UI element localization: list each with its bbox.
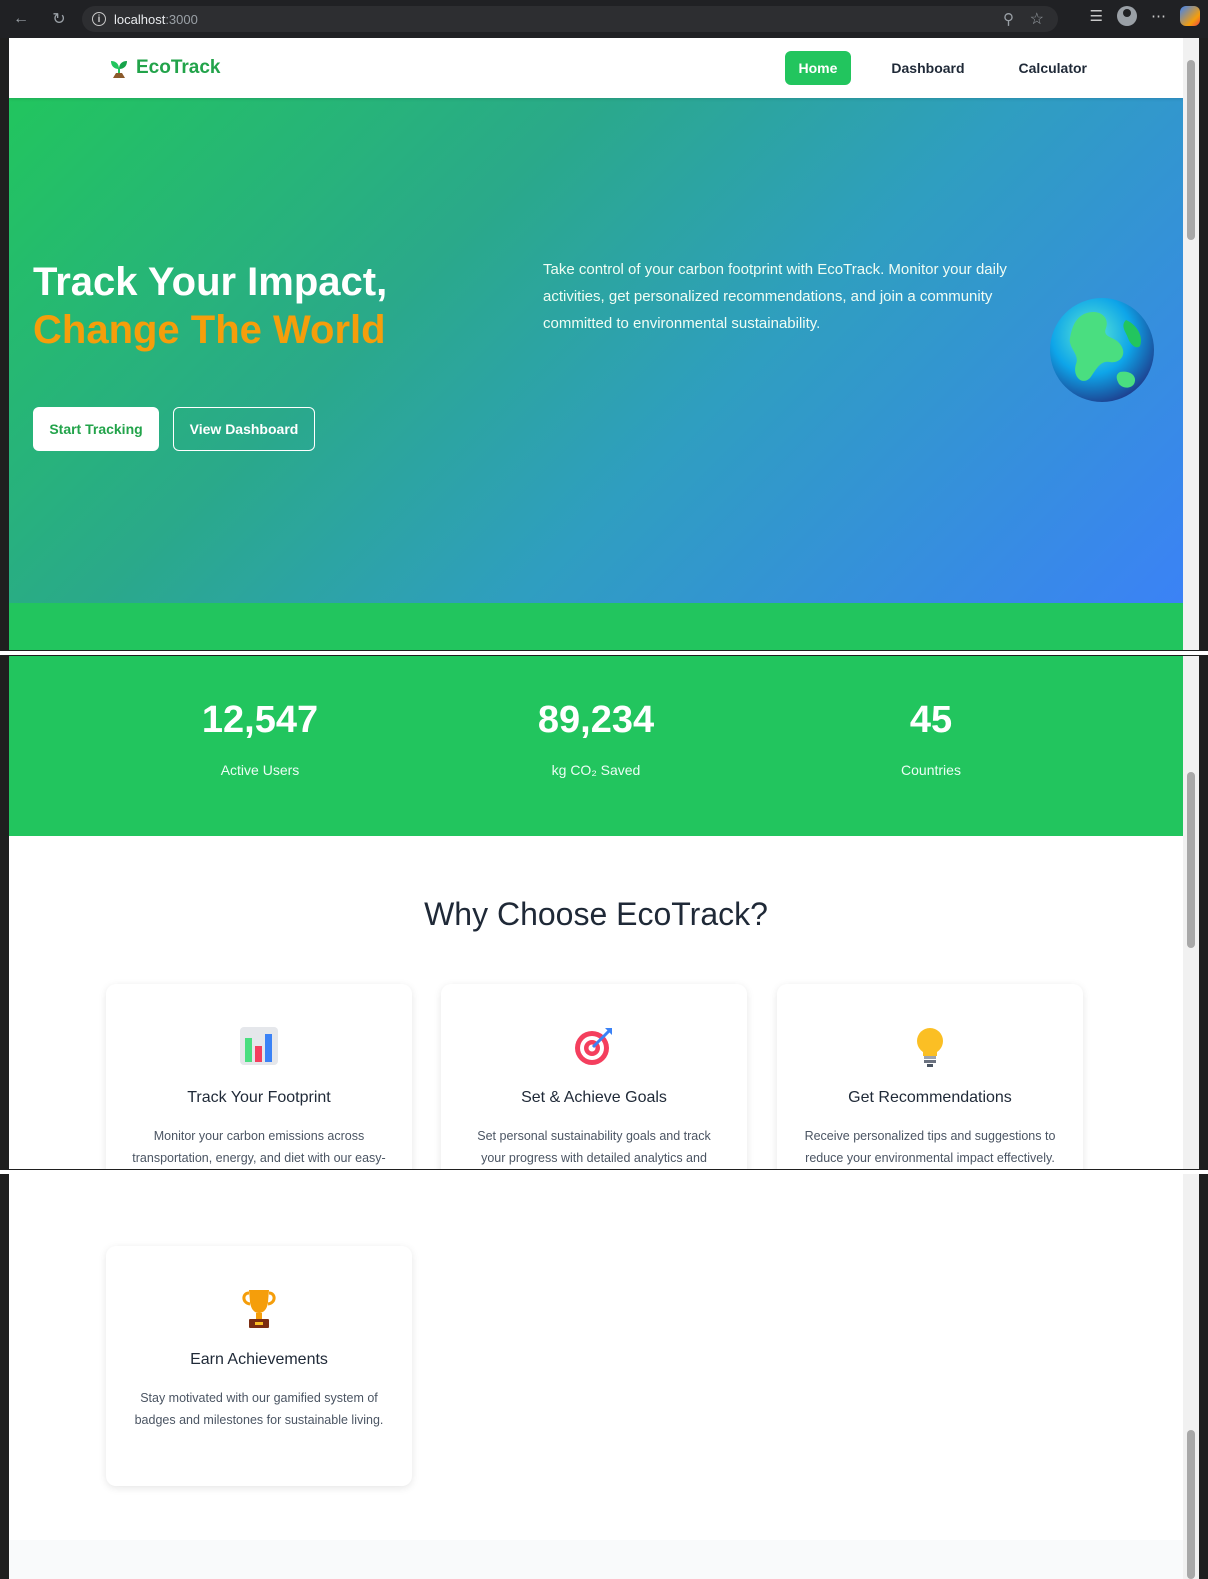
viewport-pane-top: EcoTrack Home Dashboard Calculator Track…	[9, 38, 1183, 650]
logo-text: EcoTrack	[136, 57, 221, 78]
site-logo[interactable]: EcoTrack	[110, 57, 221, 79]
view-dashboard-button[interactable]: View Dashboard	[173, 407, 315, 451]
bar-chart-icon	[240, 1027, 278, 1065]
hero-description: Take control of your carbon footprint wi…	[543, 261, 1007, 332]
favorite-star-icon[interactable]: ☆	[1030, 9, 1044, 29]
stat-countries: 45 Countries	[781, 698, 1081, 778]
zoom-icon[interactable]: ⚲	[1003, 10, 1014, 28]
scrollbar-thumb-3[interactable]	[1187, 1430, 1195, 1579]
seedling-icon	[111, 61, 127, 78]
copilot-icon[interactable]	[1180, 6, 1200, 26]
hero-section: Track Your Impact, Change The World Take…	[9, 98, 1183, 603]
stats-section: 12,547 Active Users 89,234 kg CO₂ Saved …	[9, 656, 1183, 836]
nav-calculator[interactable]: Calculator	[1005, 51, 1101, 85]
nav-home[interactable]: Home	[784, 51, 852, 85]
stat-label: kg CO₂ Saved	[551, 762, 641, 778]
hero-title-line1: Track Your Impact,	[33, 260, 388, 304]
site-info-icon[interactable]: i	[92, 12, 106, 26]
scrollbar-thumb-2[interactable]	[1187, 772, 1195, 948]
lightbulb-icon	[917, 1028, 943, 1067]
feature-text: Set personal sustainability goals and tr…	[477, 1129, 711, 1165]
globe-icon	[1050, 298, 1154, 402]
address-bar[interactable]: i localhost:3000 ⚲ ☆	[82, 6, 1058, 32]
stat-label: Active Users	[220, 762, 300, 778]
feature-title: Track Your Footprint	[187, 1089, 331, 1106]
feature-card-recommendations: Get Recommendations Receive personalized…	[777, 984, 1083, 1169]
profile-avatar-icon[interactable]	[1117, 6, 1137, 26]
feature-text: Receive personalized tips and suggestion…	[804, 1129, 1056, 1165]
stat-label: Countries	[901, 762, 961, 778]
site-header: EcoTrack Home Dashboard Calculator	[9, 38, 1183, 98]
hero-title-line2: Change The World	[33, 308, 386, 352]
scrollbar-thumb-1[interactable]	[1187, 60, 1195, 240]
refresh-icon[interactable]: ↻	[46, 9, 72, 29]
browser-toolbar: ← ↻ i localhost:3000 ⚲ ☆ ☰ ⋯	[0, 0, 1208, 38]
feature-text: Stay motivated with our gamified system …	[134, 1391, 384, 1427]
favorites-list-icon[interactable]: ☰	[1090, 7, 1103, 25]
trophy-icon	[242, 1290, 276, 1328]
viewport-pane-middle: 12,547 Active Users 89,234 kg CO₂ Saved …	[9, 656, 1183, 1169]
feature-title: Get Recommendations	[848, 1089, 1012, 1106]
next-section-band	[9, 1540, 1183, 1579]
feature-card-goals: Set & Achieve Goals Set personal sustain…	[441, 984, 747, 1169]
stats-band-top	[9, 603, 1183, 650]
address-url: localhost:3000	[114, 11, 198, 27]
viewport-pane-bottom: Earn Achievements Stay motivated with ou…	[9, 1174, 1183, 1579]
hero-title: Track Your Impact, Change The World	[33, 258, 387, 354]
target-icon	[575, 1028, 612, 1065]
features-title: Why Choose EcoTrack?	[424, 896, 768, 932]
pane-divider	[0, 651, 1208, 655]
stat-active-users: 12,547 Active Users	[110, 698, 410, 778]
stat-value: 45	[909, 699, 953, 741]
stat-value: 89,234	[537, 699, 655, 741]
more-menu-icon[interactable]: ⋯	[1151, 7, 1166, 25]
main-nav: Home Dashboard Calculator	[759, 51, 1102, 85]
feature-title: Earn Achievements	[190, 1351, 328, 1368]
scrollbar-1[interactable]	[1183, 38, 1199, 650]
feature-card-achievements: Earn Achievements Stay motivated with ou…	[106, 1246, 412, 1486]
feature-title: Set & Achieve Goals	[521, 1089, 667, 1106]
feature-card-track: Track Your Footprint Monitor your carbon…	[106, 984, 412, 1169]
nav-dashboard[interactable]: Dashboard	[877, 51, 978, 85]
stat-co2-saved: 89,234 kg CO₂ Saved	[446, 698, 746, 778]
scrollbar-3[interactable]	[1183, 1174, 1199, 1579]
scrollbar-2[interactable]	[1183, 656, 1199, 1169]
stat-value: 12,547	[201, 699, 319, 741]
feature-text: Monitor your carbon emissions across tra…	[132, 1129, 386, 1165]
back-icon[interactable]: ←	[8, 10, 34, 28]
start-tracking-button[interactable]: Start Tracking	[33, 407, 159, 451]
